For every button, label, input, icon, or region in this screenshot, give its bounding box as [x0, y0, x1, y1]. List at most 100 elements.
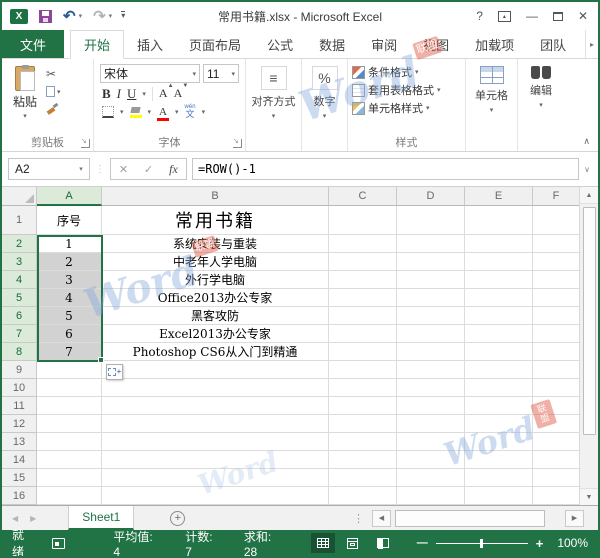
cell[interactable]	[533, 487, 579, 505]
redo-dropdown-icon[interactable]: ▾	[109, 12, 113, 20]
customize-qat-icon[interactable]: ▾	[121, 11, 125, 21]
cell-a8[interactable]: 7	[37, 343, 102, 361]
row-header[interactable]: 6	[2, 307, 37, 325]
cell[interactable]	[533, 379, 579, 397]
cell[interactable]	[329, 361, 397, 379]
cell[interactable]	[397, 379, 465, 397]
cell[interactable]	[102, 397, 329, 415]
cell-b7[interactable]: Excel2013办公专家	[102, 325, 329, 343]
cell[interactable]	[329, 271, 397, 289]
scroll-down-icon[interactable]: ▼	[580, 488, 598, 505]
scroll-right-icon[interactable]: ▶	[565, 510, 584, 527]
cell[interactable]	[533, 343, 579, 361]
cell[interactable]	[329, 325, 397, 343]
collapse-ribbon-icon[interactable]: ∧	[583, 136, 590, 147]
conditional-formatting-button[interactable]: 条件格式 ▾	[352, 64, 463, 80]
borders-icon[interactable]	[102, 106, 114, 118]
cell[interactable]	[465, 343, 533, 361]
column-header-e[interactable]: E	[465, 187, 533, 206]
tab-formulas[interactable]: 公式	[254, 30, 306, 58]
cell[interactable]	[397, 307, 465, 325]
cell-a5[interactable]: 4	[37, 289, 102, 307]
cell[interactable]	[102, 433, 329, 451]
row-header[interactable]: 11	[2, 397, 37, 415]
cell[interactable]	[465, 253, 533, 271]
paste-button[interactable]: 粘贴 ▾	[4, 63, 46, 135]
cell-a6[interactable]: 5	[37, 307, 102, 325]
fill-color-icon[interactable]	[130, 106, 142, 118]
zoom-in-icon[interactable]: +	[536, 537, 544, 550]
tab-view[interactable]: 视图	[410, 30, 462, 58]
row-header[interactable]: 9	[2, 361, 37, 379]
cell-a7[interactable]: 6	[37, 325, 102, 343]
cell[interactable]	[465, 451, 533, 469]
zoom-slider-thumb[interactable]	[480, 539, 483, 548]
scroll-up-icon[interactable]: ▲	[580, 187, 598, 204]
close-icon[interactable]: ✕	[578, 10, 588, 22]
undo-icon[interactable]: ↶	[63, 9, 76, 24]
shrink-font-button[interactable]: A▼	[174, 86, 183, 101]
maximize-icon[interactable]	[553, 12, 563, 21]
cell[interactable]	[533, 397, 579, 415]
row-header[interactable]: 10	[2, 379, 37, 397]
cell[interactable]	[397, 415, 465, 433]
cell[interactable]	[329, 206, 397, 235]
cell[interactable]	[37, 433, 102, 451]
cell[interactable]	[465, 379, 533, 397]
cell[interactable]	[329, 379, 397, 397]
cell[interactable]	[102, 487, 329, 505]
cell-b3[interactable]: 中老年人学电脑	[102, 253, 329, 271]
cell[interactable]	[533, 361, 579, 379]
column-header-d[interactable]: D	[397, 187, 465, 206]
cell-b2[interactable]: 系统安装与重装	[102, 235, 329, 253]
bold-button[interactable]: B	[102, 87, 111, 100]
cell[interactable]	[329, 487, 397, 505]
row-header[interactable]: 4	[2, 271, 37, 289]
clipboard-dialog-launcher-icon[interactable]: ↘	[81, 139, 90, 148]
tab-splitter-icon[interactable]: ⋮	[353, 512, 364, 525]
sheet-nav-left-icon[interactable]: ◀	[12, 514, 18, 523]
sheet-tab-sheet1[interactable]: Sheet1	[68, 506, 134, 530]
cell[interactable]	[533, 307, 579, 325]
row-header[interactable]: 16	[2, 487, 37, 505]
row-header[interactable]: 14	[2, 451, 37, 469]
page-layout-view-button[interactable]	[341, 533, 365, 553]
cell[interactable]	[329, 397, 397, 415]
grow-font-button[interactable]: A▲	[159, 86, 168, 101]
cell[interactable]	[465, 433, 533, 451]
redo-icon[interactable]: ↷	[93, 9, 106, 24]
cell[interactable]	[102, 469, 329, 487]
cell[interactable]	[465, 235, 533, 253]
name-box[interactable]: A2 ▾	[8, 158, 90, 180]
cell[interactable]	[397, 469, 465, 487]
cell[interactable]	[397, 206, 465, 235]
tab-review[interactable]: 审阅	[358, 30, 410, 58]
row-header[interactable]: 2	[2, 235, 37, 253]
font-name-select[interactable]: 宋体 ▾	[100, 64, 200, 83]
add-sheet-icon[interactable]: +	[170, 511, 185, 526]
cell[interactable]	[37, 397, 102, 415]
active-cell-a2[interactable]: 1	[37, 235, 102, 253]
cell[interactable]	[533, 271, 579, 289]
font-size-select[interactable]: 11 ▾	[203, 64, 239, 83]
formula-input[interactable]	[192, 158, 579, 180]
cell[interactable]	[397, 253, 465, 271]
page-break-view-button[interactable]	[371, 533, 395, 553]
formula-bar-splitter[interactable]: ⋮	[95, 164, 105, 175]
sheet-nav-right-icon[interactable]: ▶	[30, 514, 36, 523]
cell[interactable]	[329, 469, 397, 487]
select-all-corner[interactable]	[2, 187, 37, 206]
cell[interactable]	[37, 469, 102, 487]
auto-fill-options-button[interactable]: +	[106, 364, 123, 380]
cell[interactable]	[329, 253, 397, 271]
cell[interactable]	[102, 379, 329, 397]
cell[interactable]	[465, 271, 533, 289]
cell[interactable]	[329, 307, 397, 325]
cell[interactable]	[533, 206, 579, 235]
zoom-slider[interactable]	[436, 543, 528, 544]
undo-dropdown-icon[interactable]: ▾	[79, 12, 83, 20]
cell[interactable]	[397, 361, 465, 379]
cell-styles-button[interactable]: 单元格样式 ▾	[352, 100, 463, 116]
cell[interactable]	[533, 451, 579, 469]
cell[interactable]	[465, 325, 533, 343]
